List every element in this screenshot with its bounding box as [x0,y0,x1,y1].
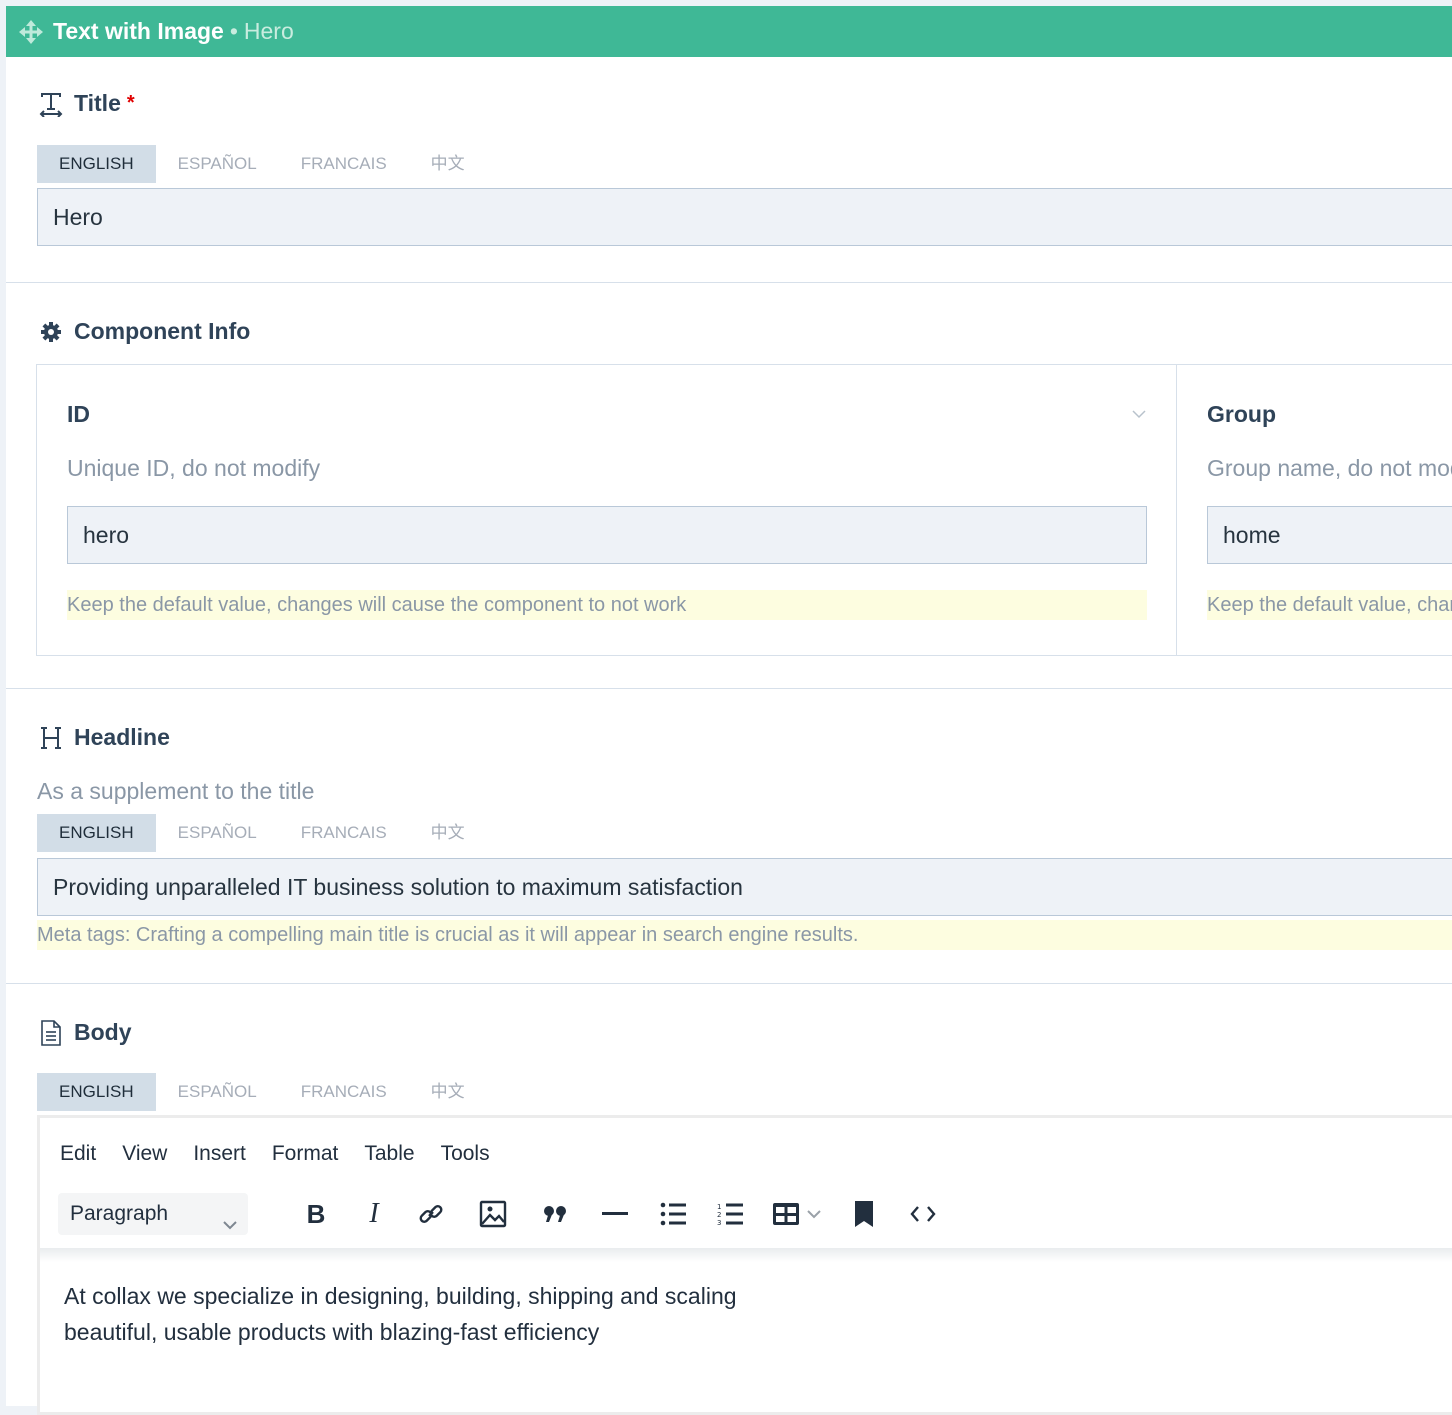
headline-field-label: Headline [38,724,170,751]
tab-english[interactable]: ENGLISH [37,145,156,183]
gear-icon [38,319,64,345]
menu-tools[interactable]: Tools [441,1142,490,1166]
bold-icon: B [306,1198,326,1229]
group-field-label: Group [1207,401,1276,427]
link-button[interactable] [413,1196,449,1232]
image-button[interactable] [475,1196,511,1232]
title-language-tabs: ENGLISH ESPAÑOL FRANCAIS 中文 [37,145,487,183]
id-warning-note: Keep the default value, changes will cau… [67,590,1147,620]
body-label-text: Body [74,1019,132,1045]
title-label-text: Title [74,90,121,116]
menu-insert[interactable]: Insert [193,1142,246,1166]
bullet-list-icon [660,1202,686,1226]
svg-text:1: 1 [717,1203,721,1211]
headline-meta-note: Meta tags: Crafting a compelling main ti… [37,920,1452,950]
tab-english[interactable]: ENGLISH [37,814,156,852]
heading-icon [38,725,64,751]
headline-description: As a supplement to the title [37,778,315,804]
menu-edit[interactable]: Edit [60,1142,96,1166]
headline-input[interactable]: Providing unparalleled IT business solut… [37,858,1452,916]
link-icon [419,1205,443,1223]
title-separator: • [229,18,238,44]
table-icon [773,1203,799,1225]
tab-chinese[interactable]: 中文 [409,1073,487,1111]
source-code-button[interactable] [905,1196,941,1232]
section-divider [6,688,1452,689]
image-icon [479,1200,507,1228]
italic-icon: I [369,1198,379,1229]
body-field-label: Body [38,1019,132,1046]
svg-text:2: 2 [717,1211,721,1219]
tab-francais[interactable]: FRANCAIS [279,145,409,183]
id-field-label: ID [67,401,90,427]
id-input[interactable]: hero [67,506,1147,564]
numbered-list-button[interactable]: 1 2 3 [712,1196,748,1232]
tab-espanol[interactable]: ESPAÑOL [156,145,279,183]
group-input[interactable]: home [1207,506,1452,564]
tab-espanol[interactable]: ESPAÑOL [156,1073,279,1111]
component-header[interactable]: Text with Image • Hero [6,6,1452,57]
move-icon[interactable] [18,19,44,45]
component-info-box: ID Unique ID, do not modify hero Keep th… [36,364,1452,656]
tab-chinese[interactable]: 中文 [409,814,487,852]
italic-button[interactable]: I [356,1196,392,1232]
menu-view[interactable]: View [122,1142,167,1166]
bookmark-icon [855,1201,873,1227]
title-input[interactable]: Hero [37,188,1452,246]
bookmark-button[interactable] [846,1196,882,1232]
document-icon [38,1019,64,1046]
horizontal-line-icon [602,1212,628,1215]
headline-language-tabs: ENGLISH ESPAÑOL FRANCAIS 中文 [37,814,487,852]
menu-table[interactable]: Table [364,1142,414,1166]
body-language-tabs: ENGLISH ESPAÑOL FRANCAIS 中文 [37,1073,487,1111]
blockquote-button[interactable] [538,1196,574,1232]
tab-english[interactable]: ENGLISH [37,1073,156,1111]
horizontal-rule-button[interactable] [597,1196,633,1232]
block-format-select[interactable]: Paragraph [58,1193,248,1235]
block-format-value: Paragraph [70,1202,169,1225]
chevron-down-icon [807,1210,821,1219]
component-info-label: Component Info [38,318,250,345]
tab-espanol[interactable]: ESPAÑOL [156,814,279,852]
headline-label-text: Headline [74,724,170,750]
component-instance-name: Hero [243,18,294,44]
code-icon [910,1206,936,1222]
bullet-list-button[interactable] [655,1196,691,1232]
content-line: At collax we specialize in designing, bu… [64,1283,737,1309]
numbered-list-icon: 1 2 3 [717,1203,743,1226]
text-width-icon [38,91,64,117]
tab-francais[interactable]: FRANCAIS [279,814,409,852]
title-field-label: Title * [38,90,135,117]
component-editor-panel: Text with Image • Hero Title * ENGLISH E… [6,6,1452,1415]
rich-text-editor: Edit View Insert Format Table Tools Para… [37,1115,1452,1415]
toolbar-shadow [40,1248,1452,1262]
chevron-down-icon[interactable] [1131,407,1147,421]
group-description: Group name, do not modify [1207,455,1452,481]
editor-menubar: Edit View Insert Format Table Tools [60,1142,516,1166]
section-divider [6,983,1452,984]
id-description: Unique ID, do not modify [67,455,321,481]
svg-text:3: 3 [717,1219,721,1226]
bold-button[interactable]: B [298,1196,334,1232]
content-line: beautiful, usable products with blazing-… [64,1319,600,1345]
column-divider [1176,365,1177,655]
component-info-label-text: Component Info [74,318,251,344]
table-button[interactable] [772,1196,830,1232]
required-indicator: * [126,92,135,114]
chevron-down-icon [222,1206,238,1230]
tab-chinese[interactable]: 中文 [409,145,487,183]
quote-icon [544,1206,566,1222]
group-warning-note: Keep the default value, changes will cau… [1207,590,1452,620]
section-divider [6,282,1452,283]
menu-format[interactable]: Format [272,1142,339,1166]
component-type-title: Text with Image [53,18,224,44]
editor-content-area[interactable]: At collax we specialize in designing, bu… [64,1278,737,1350]
tab-francais[interactable]: FRANCAIS [279,1073,409,1111]
